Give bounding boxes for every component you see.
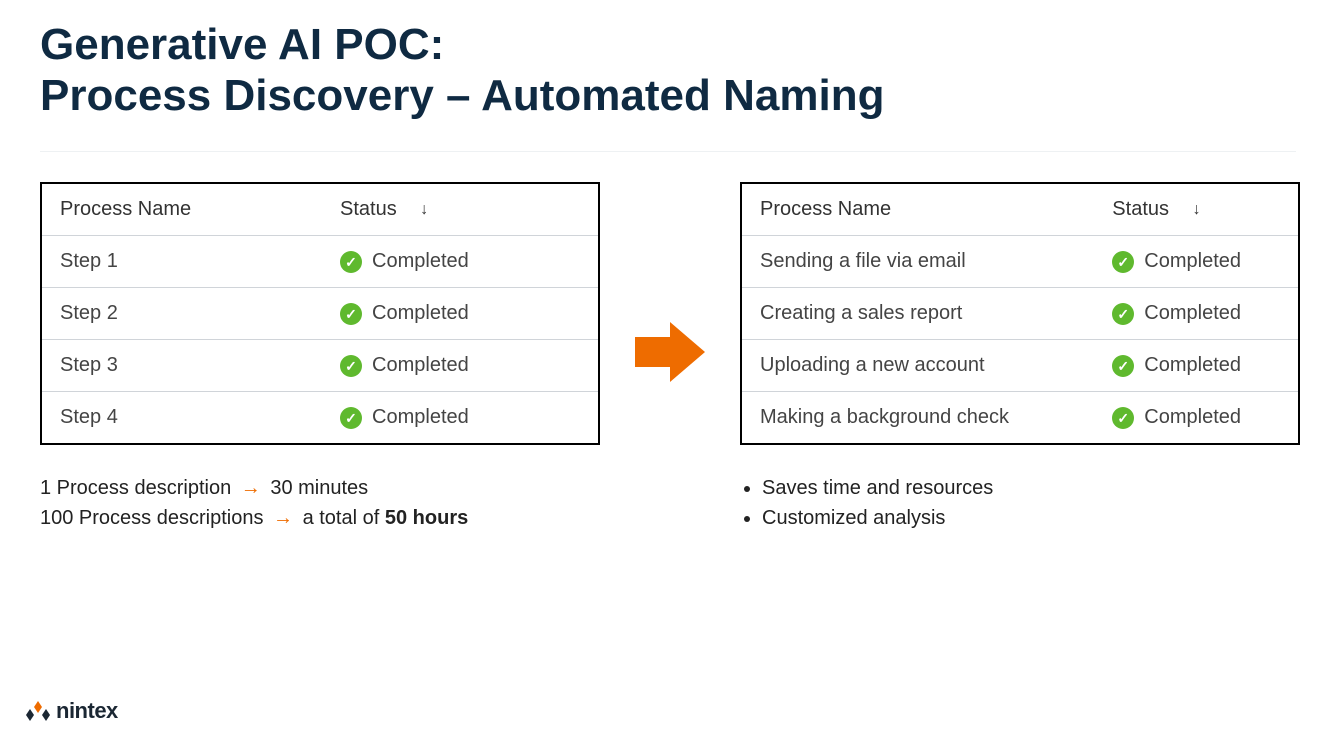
check-icon: ✓ xyxy=(1112,407,1134,429)
col-status-label: Status xyxy=(340,198,397,220)
process-name-cell: Step 1 xyxy=(41,236,322,288)
status-cell: ✓ Completed xyxy=(322,236,599,288)
sort-down-icon: ↓ xyxy=(420,201,428,219)
table-row: Step 1 ✓ Completed xyxy=(41,236,599,288)
left-column: Process Name Status ↓ Step 1 ✓ Completed xyxy=(40,182,600,533)
status-text: Completed xyxy=(372,250,469,272)
note-text: 1 Process description xyxy=(40,477,237,499)
status-cell: ✓ Completed xyxy=(1094,392,1299,445)
before-table: Process Name Status ↓ Step 1 ✓ Completed xyxy=(40,182,600,445)
note-text: 100 Process descriptions xyxy=(40,507,269,529)
columns: Process Name Status ↓ Step 1 ✓ Completed xyxy=(40,182,1296,533)
status-cell: ✓ Completed xyxy=(1094,288,1299,340)
process-name-cell: Step 2 xyxy=(41,288,322,340)
brand-name: nintex xyxy=(56,698,118,724)
status-cell: ✓ Completed xyxy=(1094,236,1299,288)
table-row: Making a background check ✓ Completed xyxy=(741,392,1299,445)
check-icon: ✓ xyxy=(1112,251,1134,273)
check-icon: ✓ xyxy=(340,251,362,273)
check-icon: ✓ xyxy=(340,303,362,325)
note-text: a total of xyxy=(297,507,385,529)
check-icon: ✓ xyxy=(1112,303,1134,325)
col-process-name: Process Name xyxy=(741,183,1094,236)
nintex-mark-icon xyxy=(26,699,50,723)
divider xyxy=(40,151,1296,152)
bullet-item: Saves time and resources xyxy=(762,473,1300,503)
process-name-cell: Uploading a new account xyxy=(741,340,1094,392)
note-text-bold: 50 hours xyxy=(385,507,468,529)
note-text: 30 minutes xyxy=(265,477,368,499)
status-text: Completed xyxy=(1144,354,1241,376)
note-line-2: 100 Process descriptions → a total of 50… xyxy=(40,503,600,533)
check-icon: ✓ xyxy=(340,355,362,377)
status-text: Completed xyxy=(1144,250,1241,272)
slide: Generative AI POC: Process Discovery – A… xyxy=(0,0,1336,746)
right-bullets: Saves time and resources Customized anal… xyxy=(740,473,1300,533)
process-name-cell: Creating a sales report xyxy=(741,288,1094,340)
table-header-row: Process Name Status ↓ xyxy=(41,183,599,236)
process-name-cell: Sending a file via email xyxy=(741,236,1094,288)
col-status-label: Status xyxy=(1112,198,1169,220)
bullet-item: Customized analysis xyxy=(762,503,1300,533)
table-row: Creating a sales report ✓ Completed xyxy=(741,288,1299,340)
arrow-right-icon xyxy=(635,322,705,382)
table-row: Sending a file via email ✓ Completed xyxy=(741,236,1299,288)
status-cell: ✓ Completed xyxy=(1094,340,1299,392)
right-column: Process Name Status ↓ Sending a file via… xyxy=(740,182,1300,533)
table-row: Uploading a new account ✓ Completed xyxy=(741,340,1299,392)
note-line-1: 1 Process description → 30 minutes xyxy=(40,473,600,503)
status-text: Completed xyxy=(1144,406,1241,428)
left-notes: 1 Process description → 30 minutes 100 P… xyxy=(40,473,600,533)
col-process-name: Process Name xyxy=(41,183,322,236)
sort-down-icon: ↓ xyxy=(1193,201,1201,219)
table-row: Step 3 ✓ Completed xyxy=(41,340,599,392)
transition-arrow xyxy=(630,182,710,382)
col-status: Status ↓ xyxy=(1094,183,1299,236)
table-row: Step 2 ✓ Completed xyxy=(41,288,599,340)
process-name-cell: Step 3 xyxy=(41,340,322,392)
after-table: Process Name Status ↓ Sending a file via… xyxy=(740,182,1300,445)
title-line-1: Generative AI POC: xyxy=(40,20,444,69)
table-header-row: Process Name Status ↓ xyxy=(741,183,1299,236)
title-line-2: Process Discovery – Automated Naming xyxy=(40,71,884,120)
col-status: Status ↓ xyxy=(322,183,599,236)
check-icon: ✓ xyxy=(340,407,362,429)
status-text: Completed xyxy=(372,354,469,376)
slide-title: Generative AI POC: Process Discovery – A… xyxy=(40,20,1296,121)
arrow-right-small-icon: → xyxy=(237,477,265,499)
status-text: Completed xyxy=(372,406,469,428)
brand-logo: nintex xyxy=(26,698,118,724)
status-cell: ✓ Completed xyxy=(322,392,599,445)
status-cell: ✓ Completed xyxy=(322,288,599,340)
status-text: Completed xyxy=(372,302,469,324)
table-row: Step 4 ✓ Completed xyxy=(41,392,599,445)
arrow-right-small-icon: → xyxy=(269,507,297,529)
check-icon: ✓ xyxy=(1112,355,1134,377)
status-text: Completed xyxy=(1144,302,1241,324)
process-name-cell: Step 4 xyxy=(41,392,322,445)
process-name-cell: Making a background check xyxy=(741,392,1094,445)
status-cell: ✓ Completed xyxy=(322,340,599,392)
